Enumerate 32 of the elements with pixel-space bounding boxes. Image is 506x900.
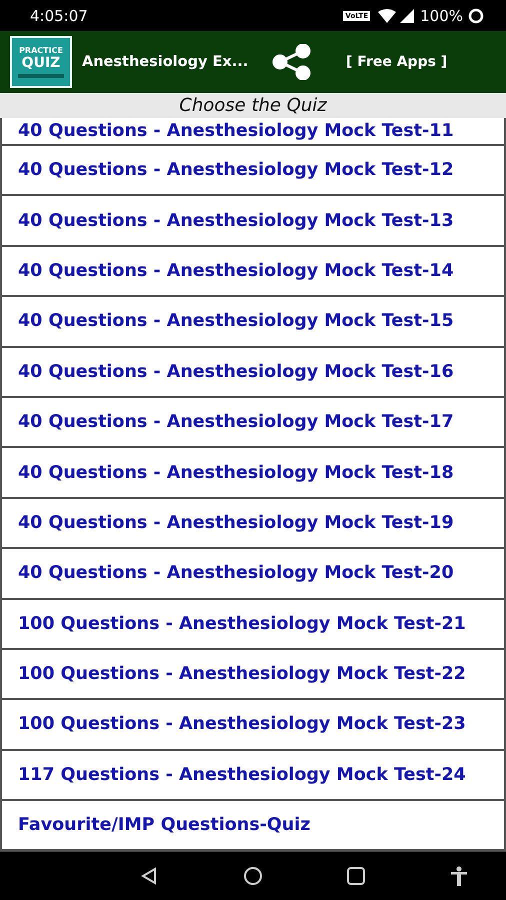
battery-saver-icon [468, 8, 484, 24]
back-icon[interactable] [140, 867, 158, 885]
quiz-list-item[interactable]: 100 Questions - Anesthesiology Mock Test-22 [0, 650, 506, 700]
wifi-icon [378, 8, 396, 22]
header-title: Choose the Quiz [179, 95, 327, 116]
battery-percentage: 100% [420, 6, 463, 24]
quiz-list-item[interactable]: 40 Questions - Anesthesiology Mock Test-13 [0, 196, 506, 247]
quiz-list-item[interactable]: 40 Questions - Anesthesiology Mock Test-20 [0, 549, 506, 600]
clock: 4:05:07 [30, 6, 89, 24]
home-icon[interactable] [242, 866, 263, 886]
quiz-list-item[interactable]: 40 Questions - Anesthesiology Mock Test-19 [0, 498, 506, 550]
quiz-list-item[interactable]: 40 Questions - Anesthesiology Mock Test-15 [0, 297, 506, 348]
logo-text: PRACTICE [19, 46, 63, 54]
quiz-list-item[interactable]: 40 Questions - Anesthesiology Mock Test-11 [0, 118, 506, 146]
quiz-list-item[interactable]: 40 Questions - Anesthesiology Mock Test-12 [0, 146, 506, 196]
signal-icon [400, 8, 414, 22]
quiz-list-item[interactable]: 100 Questions - Anesthesiology Mock Test-21 [0, 600, 506, 650]
quiz-list-item[interactable]: 40 Questions - Anesthesiology Mock Test-14 [0, 246, 506, 298]
logo-strip [18, 74, 64, 78]
free-apps-link[interactable]: [ Free Apps ] [346, 54, 448, 70]
quiz-list-item[interactable]: 40 Questions - Anesthesiology Mock Test-18 [0, 448, 506, 499]
quiz-list-item[interactable]: 40 Questions - Anesthesiology Mock Test-16 [0, 348, 506, 398]
share-button[interactable] [272, 44, 312, 80]
quiz-list-item[interactable]: 100 Questions - Anesthesiology Mock Test-23 [0, 700, 506, 751]
accessibility-icon[interactable] [450, 866, 468, 886]
recents-icon[interactable] [347, 867, 366, 885]
logo-text: QUIZ [22, 56, 60, 70]
app-title: Anesthesiology Ex... [82, 54, 250, 70]
quiz-list-item[interactable]: Favourite/IMP Questions-Quiz [0, 801, 506, 852]
share-icon [272, 44, 312, 80]
quiz-list-item[interactable]: 40 Questions - Anesthesiology Mock Test-17 [0, 398, 506, 448]
quiz-list-item[interactable]: 117 Questions - Anesthesiology Mock Test-24 [0, 750, 506, 802]
